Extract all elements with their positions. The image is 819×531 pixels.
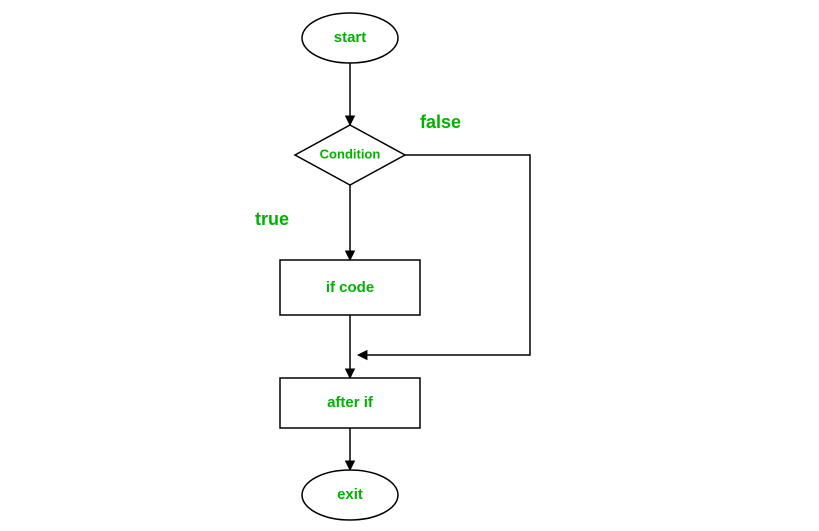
node-condition-label: Condition xyxy=(320,146,381,161)
node-condition: Condition xyxy=(295,125,405,185)
node-start: start xyxy=(302,13,398,63)
node-if-code-label: if code xyxy=(326,279,374,296)
node-exit-label: exit xyxy=(337,486,363,503)
node-start-label: start xyxy=(334,29,367,46)
node-exit: exit xyxy=(302,470,398,520)
edge-false-label: false xyxy=(420,112,461,132)
edge-condition-false xyxy=(358,155,530,355)
node-after-if: after if xyxy=(280,378,420,428)
flowchart-canvas: start Condition false true if code after… xyxy=(0,0,819,531)
node-after-if-label: after if xyxy=(327,394,374,411)
node-if-code: if code xyxy=(280,260,420,315)
edge-true-label: true xyxy=(255,209,289,229)
